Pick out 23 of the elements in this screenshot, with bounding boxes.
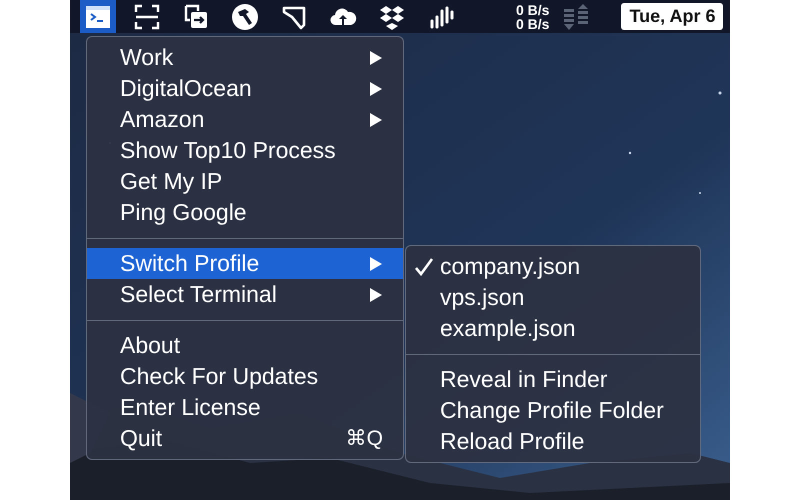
menu-item[interactable]: Show Top10 Process	[87, 135, 403, 166]
menu-item[interactable]: Reveal in Finder	[406, 364, 700, 395]
menu-item[interactable]: Quit ⌘Q	[87, 423, 403, 454]
menu-item[interactable]: Check For Updates	[87, 361, 403, 392]
menu-item[interactable]: DigitalOcean	[87, 73, 403, 104]
menu-item[interactable]: Ping Google	[87, 197, 403, 228]
menu-item[interactable]: Work	[87, 42, 403, 73]
menu-item[interactable]: About	[87, 330, 403, 361]
menu-item[interactable]: company.json	[406, 251, 700, 282]
menu-item[interactable]: example.json	[406, 313, 700, 344]
terminal-icon[interactable]	[80, 0, 116, 33]
menu-item[interactable]: Change Profile Folder	[406, 395, 700, 426]
menu-item[interactable]: Reload Profile	[406, 426, 700, 457]
clock[interactable]: Tue, Apr 6	[621, 3, 724, 30]
menu-item[interactable]: vps.json	[406, 282, 700, 313]
menu-item[interactable]: Enter License	[87, 392, 403, 423]
menu-item[interactable]: Get My IP	[87, 166, 403, 197]
menu-item[interactable]: Amazon	[87, 104, 403, 135]
download-rate: 0 B/s	[516, 16, 550, 30]
menu-item[interactable]: Switch Profile	[87, 248, 403, 279]
menu-item[interactable]: Select Terminal	[87, 279, 403, 310]
upload-rate: 0 B/s	[516, 2, 550, 16]
shortcut-text: ⌘Q	[346, 426, 383, 451]
